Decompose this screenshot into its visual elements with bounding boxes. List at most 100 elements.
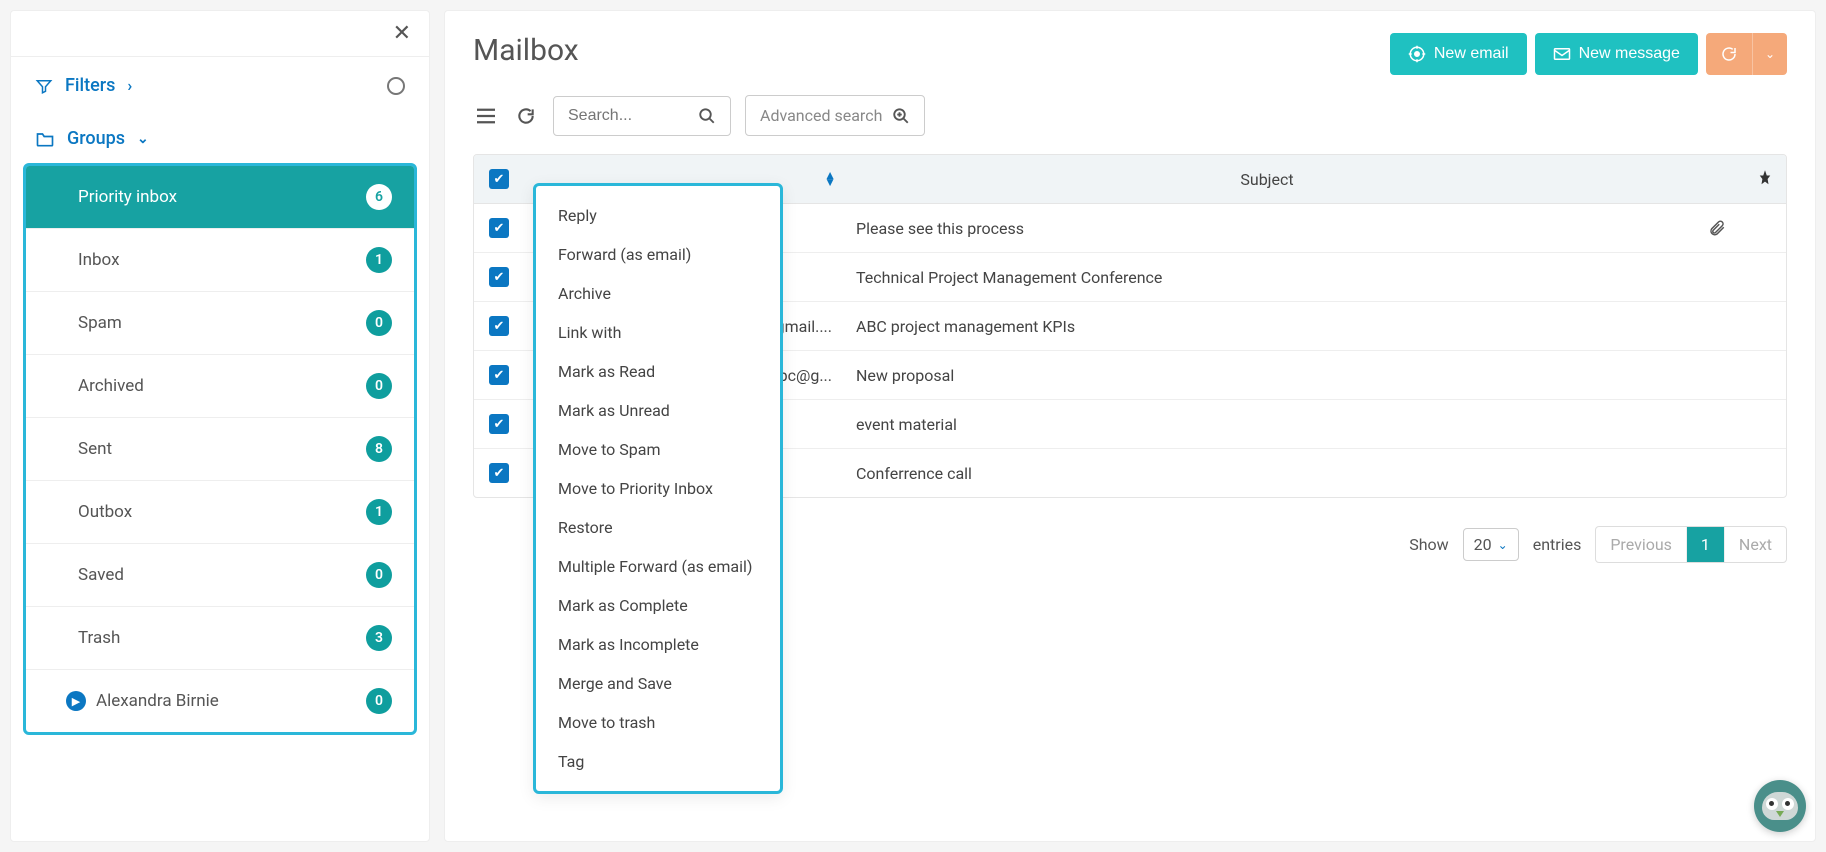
close-icon[interactable]: ✕ [393,21,411,46]
folder-sent[interactable]: Sent 8 [26,418,414,481]
menu-move-priority[interactable]: Move to Priority Inbox [536,469,780,508]
pagination: Previous 1 Next [1595,526,1787,563]
filters-label: Filters [65,75,115,96]
expand-icon: ▶ [66,691,86,711]
search-icon [698,107,716,125]
page-size-select[interactable]: 20 ⌄ [1463,528,1519,561]
main-panel: Mailbox New email New message ⌄ [444,10,1816,842]
row-checkbox[interactable]: ✔ [489,414,509,434]
search-input[interactable] [568,107,688,125]
folder-label: Outbox [78,502,132,522]
new-message-button[interactable]: New message [1535,33,1698,75]
subject-cell: Please see this process [856,219,1024,238]
folder-trash[interactable]: Trash 3 [26,607,414,670]
sidebar: ✕ Filters › Groups ⌄ Priority inbox 6 In… [10,10,430,842]
advanced-search-label: Advanced search [760,106,882,125]
filter-radio[interactable] [387,77,405,95]
sync-icon [1720,45,1738,63]
menu-move-spam[interactable]: Move to Spam [536,430,780,469]
folder-label: Trash [78,628,120,648]
folder-archived[interactable]: Archived 0 [26,355,414,418]
menu-tag[interactable]: Tag [536,742,780,781]
filter-icon [35,77,53,95]
folder-label: Saved [78,565,124,585]
folder-count: 0 [366,373,392,399]
chevron-down-icon: ⌄ [1498,538,1508,552]
subject-cell: New proposal [856,366,954,385]
groups-toggle[interactable]: Groups ⌄ [11,114,429,163]
folder-list: Priority inbox 6 Inbox 1 Spam 0 Archived… [23,163,417,735]
subject-header[interactable]: Subject [844,155,1690,203]
menu-mark-read[interactable]: Mark as Read [536,352,780,391]
row-checkbox[interactable]: ✔ [489,218,509,238]
chevron-down-icon: ⌄ [137,131,149,147]
folder-icon [35,130,55,148]
refresh-icon[interactable] [513,103,539,129]
folder-label: Archived [78,376,144,396]
search-box[interactable] [553,96,731,136]
folder-priority-inbox[interactable]: Priority inbox 6 [26,166,414,229]
row-checkbox[interactable]: ✔ [489,463,509,483]
menu-archive[interactable]: Archive [536,274,780,313]
pager-next[interactable]: Next [1725,527,1786,562]
menu-forward[interactable]: Forward (as email) [536,235,780,274]
row-checkbox[interactable]: ✔ [489,365,509,385]
sort-icon: ▲▼ [824,172,836,186]
folder-label: Sent [78,439,112,459]
folder-count: 0 [366,562,392,588]
select-all-checkbox[interactable]: ✔ [489,169,509,189]
subject-cell: event material [856,415,957,434]
subject-cell: ABC project management KPIs [856,317,1075,336]
menu-move-trash[interactable]: Move to trash [536,703,780,742]
folder-label: Spam [78,313,122,333]
advanced-search-box[interactable]: Advanced search [745,95,925,136]
groups-label: Groups [67,128,125,149]
menu-mark-incomplete[interactable]: Mark as Incomplete [536,625,780,664]
page-title: Mailbox [473,33,579,68]
menu-reply[interactable]: Reply [536,196,780,235]
folder-count: 1 [366,247,392,273]
folder-label: Inbox [78,250,120,270]
row-checkbox[interactable]: ✔ [489,267,509,287]
new-email-button[interactable]: New email [1390,33,1527,75]
folder-count: 8 [366,436,392,462]
folder-spam[interactable]: Spam 0 [26,292,414,355]
subject-cell: Conferrence call [856,464,972,483]
folder-user[interactable]: ▶ Alexandra Birnie 0 [26,670,414,732]
hamburger-icon[interactable] [473,103,499,129]
folder-label: Priority inbox [78,187,177,207]
user-count: 0 [366,688,392,714]
folder-outbox[interactable]: Outbox 1 [26,481,414,544]
menu-multi-forward[interactable]: Multiple Forward (as email) [536,547,780,586]
folder-count: 3 [366,625,392,651]
folder-count: 1 [366,499,392,525]
folder-count: 0 [366,310,392,336]
pager-page[interactable]: 1 [1687,527,1725,562]
chevron-down-icon: ⌄ [1765,47,1775,61]
context-menu: Reply Forward (as email) Archive Link wi… [533,183,783,794]
subject-cell: Technical Project Management Conference [856,268,1162,287]
folder-count: 6 [366,184,392,210]
pin-icon[interactable] [1758,170,1772,188]
row-checkbox[interactable]: ✔ [489,316,509,336]
menu-mark-unread[interactable]: Mark as Unread [536,391,780,430]
pager-prev[interactable]: Previous [1596,527,1687,562]
show-label: Show [1409,535,1448,554]
filters-toggle[interactable]: Filters › [35,75,132,96]
menu-link-with[interactable]: Link with [536,313,780,352]
folder-saved[interactable]: Saved 0 [26,544,414,607]
entries-label: entries [1533,535,1582,554]
chevron-right-icon: › [127,76,132,95]
user-name: Alexandra Birnie [96,691,219,711]
search-plus-icon [892,107,910,125]
menu-mark-complete[interactable]: Mark as Complete [536,586,780,625]
attachment-icon [1708,219,1726,237]
sync-button[interactable] [1706,33,1752,75]
envelope-icon [1553,47,1571,61]
menu-merge-save[interactable]: Merge and Save [536,664,780,703]
menu-restore[interactable]: Restore [536,508,780,547]
folder-inbox[interactable]: Inbox 1 [26,229,414,292]
sync-dropdown[interactable]: ⌄ [1752,33,1787,75]
help-owl-avatar[interactable] [1754,780,1806,832]
target-icon [1408,45,1426,63]
